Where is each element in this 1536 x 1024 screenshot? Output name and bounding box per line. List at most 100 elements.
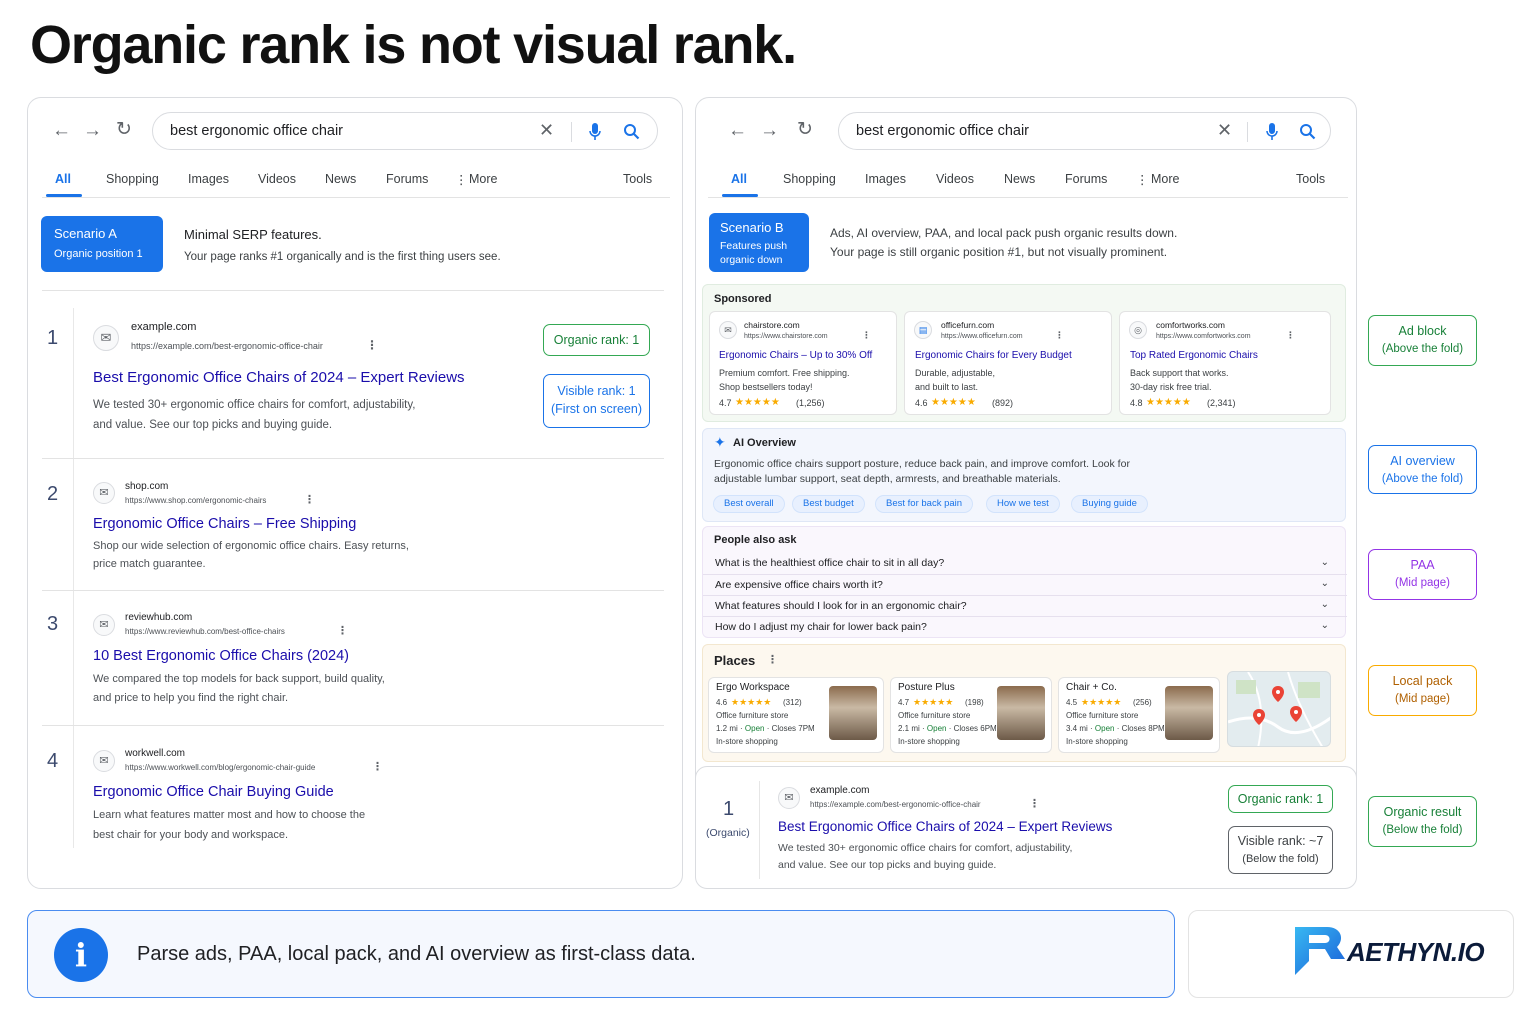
- search-tabs: All Shopping Images Videos News ⋮ Forums…: [28, 172, 684, 200]
- tab-videos[interactable]: Videos: [258, 172, 296, 186]
- ad-url[interactable]: https://www.officefurn.com: [941, 333, 1023, 340]
- microphone-icon[interactable]: [589, 123, 601, 141]
- result-url[interactable]: https://example.com/best-ergonomic-offic…: [131, 341, 323, 351]
- ad-card-2[interactable]: ▤ officefurn.com https://www.officefurn.…: [904, 311, 1112, 415]
- result-title-link[interactable]: Ergonomic Office Chair Buying Guide: [93, 784, 334, 800]
- favicon-icon: ▤: [914, 321, 932, 339]
- tab-all[interactable]: All: [55, 172, 71, 186]
- rating-stars-icon: ★★★★★: [731, 697, 772, 707]
- tab-shopping[interactable]: Shopping: [106, 172, 159, 186]
- tab-tools[interactable]: Tools: [623, 172, 652, 186]
- ai-chip-best-budget[interactable]: Best budget: [792, 495, 865, 513]
- tab-images[interactable]: Images: [865, 172, 906, 186]
- result-snippet-line1: We compared the top models for back supp…: [93, 673, 385, 685]
- result-url[interactable]: https://www.workwell.com/blog/ergonomic-…: [125, 763, 315, 772]
- ad-url[interactable]: https://www.chairstore.com: [744, 333, 828, 340]
- back-icon[interactable]: ←: [728, 120, 747, 142]
- search-input[interactable]: best ergonomic office chair: [856, 123, 1029, 139]
- places-map[interactable]: [1227, 671, 1331, 747]
- result-site: example.com: [131, 321, 197, 333]
- place-photo: [1165, 686, 1213, 740]
- search-icon[interactable]: [1299, 123, 1316, 140]
- ad-card-3[interactable]: ◎ comfortworks.com https://www.comfortwo…: [1119, 311, 1331, 415]
- chevron-down-icon[interactable]: ⌄: [1321, 578, 1329, 589]
- result-title-link[interactable]: Best Ergonomic Office Chairs of 2024 – E…: [778, 819, 1112, 834]
- scenario-b-organic-result: 1 (Organic) ✉ example.com https://exampl…: [695, 766, 1357, 889]
- ai-chip-how-we-test[interactable]: How we test: [986, 495, 1060, 513]
- chevron-down-icon[interactable]: ⌄: [1321, 599, 1329, 610]
- place-count: (256): [1133, 698, 1152, 707]
- ai-overview-text-line1: Ergonomic office chairs support posture,…: [714, 458, 1130, 470]
- more-options-icon[interactable]: ⋮: [862, 330, 871, 341]
- tab-forums[interactable]: Forums: [386, 172, 428, 186]
- tab-news[interactable]: News: [1004, 172, 1035, 186]
- reload-icon[interactable]: ↻: [116, 118, 132, 141]
- reload-icon[interactable]: ↻: [797, 118, 813, 141]
- ai-chip-best-overall[interactable]: Best overall: [713, 495, 785, 513]
- tab-shopping[interactable]: Shopping: [783, 172, 836, 186]
- result-url[interactable]: https://www.reviewhub.com/best-office-ch…: [125, 627, 285, 636]
- result-divider: [42, 590, 664, 591]
- tab-all[interactable]: All: [731, 172, 747, 186]
- paa-question-text: How do I adjust my chair for lower back …: [715, 621, 927, 633]
- place-distance: 2.1 mi ·: [898, 724, 927, 733]
- search-input[interactable]: best ergonomic office chair: [170, 123, 343, 139]
- search-bar[interactable]: best ergonomic office chair ✕: [152, 112, 658, 150]
- ad-url[interactable]: https://www.comfortworks.com: [1156, 333, 1251, 340]
- forward-icon[interactable]: →: [83, 120, 102, 142]
- ai-chip-buying-guide[interactable]: Buying guide: [1071, 495, 1148, 513]
- more-options-icon[interactable]: ⋮: [372, 760, 383, 773]
- ad-desc-line1: Durable, adjustable,: [915, 368, 996, 378]
- more-options-icon[interactable]: ⋮: [366, 338, 378, 352]
- more-options-icon[interactable]: ⋮: [767, 653, 778, 666]
- tab-news[interactable]: News: [325, 172, 356, 186]
- chevron-down-icon[interactable]: ⌄: [1321, 557, 1329, 568]
- result-url[interactable]: https://www.shop.com/ergonomic-chairs: [125, 496, 266, 505]
- tab-videos[interactable]: Videos: [936, 172, 974, 186]
- search-icon[interactable]: [623, 123, 640, 140]
- place-photo: [997, 686, 1045, 740]
- more-options-icon[interactable]: ⋮: [1055, 330, 1064, 341]
- sponsored-label: Sponsored: [714, 293, 772, 305]
- side-label-title: Ad block: [1398, 324, 1447, 338]
- tab-forums[interactable]: Forums: [1065, 172, 1107, 186]
- place-card-3[interactable]: Chair + Co. 4.5 ★★★★★ (256) Office furni…: [1058, 677, 1220, 753]
- back-icon[interactable]: ←: [52, 120, 71, 142]
- place-card-1[interactable]: Ergo Workspace 4.6 ★★★★★ (312) Office fu…: [708, 677, 884, 753]
- result-title-link[interactable]: Best Ergonomic Office Chairs of 2024 – E…: [93, 369, 465, 386]
- ad-card-1[interactable]: ✉ chairstore.com https://www.chairstore.…: [709, 311, 897, 415]
- visible-rank-badge: Visible rank: 1 (First on screen): [543, 374, 650, 428]
- search-bar[interactable]: best ergonomic office chair ✕: [838, 112, 1331, 150]
- clear-icon[interactable]: ✕: [539, 120, 554, 141]
- more-options-icon[interactable]: ⋮: [304, 493, 315, 506]
- paa-question-1[interactable]: What is the healthiest office chair to s…: [703, 554, 1347, 575]
- tab-more[interactable]: More: [1151, 172, 1179, 186]
- result-title-link[interactable]: Ergonomic Office Chairs – Free Shipping: [93, 516, 356, 532]
- tab-tools[interactable]: Tools: [1296, 172, 1325, 186]
- result-url[interactable]: https://example.com/best-ergonomic-offic…: [810, 800, 981, 809]
- more-options-icon[interactable]: ⋮: [337, 624, 348, 637]
- more-menu-icon[interactable]: ⋮: [455, 172, 468, 187]
- ad-title-link[interactable]: Top Rated Ergonomic Chairs: [1130, 350, 1258, 361]
- chevron-down-icon[interactable]: ⌄: [1321, 620, 1329, 631]
- tab-more[interactable]: More: [469, 172, 497, 186]
- microphone-icon[interactable]: [1266, 123, 1278, 141]
- place-count: (312): [783, 698, 802, 707]
- forward-icon[interactable]: →: [760, 120, 779, 142]
- ai-chip-back-pain[interactable]: Best for back pain: [875, 495, 974, 513]
- more-options-icon[interactable]: ⋮: [1029, 797, 1040, 810]
- paa-question-4[interactable]: How do I adjust my chair for lower back …: [703, 617, 1347, 638]
- place-card-2[interactable]: Posture Plus 4.7 ★★★★★ (198) Office furn…: [890, 677, 1052, 753]
- more-options-icon[interactable]: ⋮: [1286, 330, 1295, 341]
- result-snippet-line2: best chair for your body and workspace.: [93, 829, 289, 841]
- ad-title-link[interactable]: Ergonomic Chairs – Up to 30% Off: [719, 350, 872, 361]
- clear-icon[interactable]: ✕: [1217, 120, 1232, 141]
- ad-title-link[interactable]: Ergonomic Chairs for Every Budget: [915, 350, 1072, 361]
- tab-images[interactable]: Images: [188, 172, 229, 186]
- paa-question-2[interactable]: Are expensive office chairs worth it? ⌄: [703, 575, 1347, 596]
- result-title-link[interactable]: 10 Best Ergonomic Office Chairs (2024): [93, 648, 349, 664]
- place-distance: 1.2 mi ·: [716, 724, 745, 733]
- paa-question-3[interactable]: What features should I look for in an er…: [703, 596, 1347, 617]
- more-menu-icon[interactable]: ⋮: [1136, 172, 1149, 187]
- ad-rating-value: 4.7: [719, 398, 732, 408]
